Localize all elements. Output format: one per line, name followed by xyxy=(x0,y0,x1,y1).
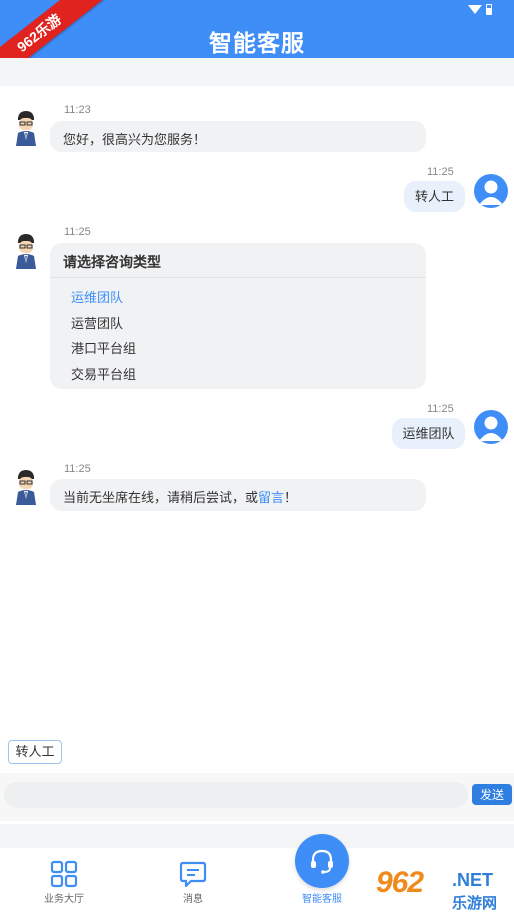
status-bar xyxy=(468,4,492,15)
tab-label-active: 智能客服 xyxy=(302,894,342,905)
message-icon xyxy=(179,861,207,888)
menu-option-ops-team[interactable]: 运维团队 xyxy=(71,287,123,306)
message-time: 11:23 xyxy=(64,104,91,116)
tab-label: 业务大厅 xyxy=(44,894,84,905)
bot-message-text: 您好，很高兴为您服务！ xyxy=(63,132,207,147)
site-watermark-logo: 962 .NET 乐游网 xyxy=(374,864,514,914)
tab-messages[interactable]: 消息 xyxy=(163,858,223,905)
watermark-brand: 962 xyxy=(376,866,424,899)
menu-title: 请选择咨询类型 xyxy=(63,254,161,270)
bot-message-bubble: 您好，很高兴为您服务！ xyxy=(50,121,426,152)
watermark-net: .NET xyxy=(452,870,494,890)
bot-avatar-icon xyxy=(16,234,36,269)
bot-message-bubble: 当前无坐席在线，请稍后尝试，或留言！ xyxy=(50,479,426,511)
bot-avatar-icon xyxy=(16,111,36,146)
user-avatar-icon xyxy=(474,174,508,208)
input-divider xyxy=(0,824,514,848)
menu-divider xyxy=(50,277,426,278)
tab-business-hall[interactable]: 业务大厅 xyxy=(34,858,94,905)
bot-menu-bubble: 请选择咨询类型 运维团队 运营团队 港口平台组 交易平台组 xyxy=(50,243,426,389)
transfer-to-human-button[interactable]: 转人工 xyxy=(8,740,62,764)
headset-icon xyxy=(311,849,333,874)
user-avatar-icon xyxy=(474,410,508,444)
watermark-sub: 乐游网 xyxy=(452,895,498,912)
leave-message-link[interactable]: 留言 xyxy=(258,490,284,505)
user-message-bubble: 运维团队 xyxy=(392,418,465,449)
user-message-text: 运维团队 xyxy=(402,426,455,441)
bot-message-text: 当前无坐席在线，请稍后尝试，或 xyxy=(63,490,259,505)
menu-option-operations-team[interactable]: 运营团队 xyxy=(71,313,123,332)
bot-avatar-icon xyxy=(16,470,36,505)
menu-option-port-platform[interactable]: 港口平台组 xyxy=(71,338,136,357)
message-time: 11:25 xyxy=(427,166,454,178)
grid-icon xyxy=(50,860,78,888)
battery-icon xyxy=(486,4,492,15)
message-time: 11:25 xyxy=(64,226,91,238)
user-message-bubble: 转人工 xyxy=(404,181,465,212)
message-input[interactable] xyxy=(4,782,468,808)
menu-option-trade-platform[interactable]: 交易平台组 xyxy=(71,364,136,383)
send-button[interactable]: 发送 xyxy=(472,784,512,805)
tab-label: 消息 xyxy=(183,894,203,905)
message-time: 11:25 xyxy=(64,463,91,475)
bot-message-suffix: ！ xyxy=(284,490,298,505)
message-time: 11:25 xyxy=(427,403,454,415)
tab-smart-service[interactable] xyxy=(295,834,349,888)
user-message-text: 转人工 xyxy=(414,189,454,204)
wifi-icon xyxy=(468,5,482,14)
header-divider xyxy=(0,58,514,86)
